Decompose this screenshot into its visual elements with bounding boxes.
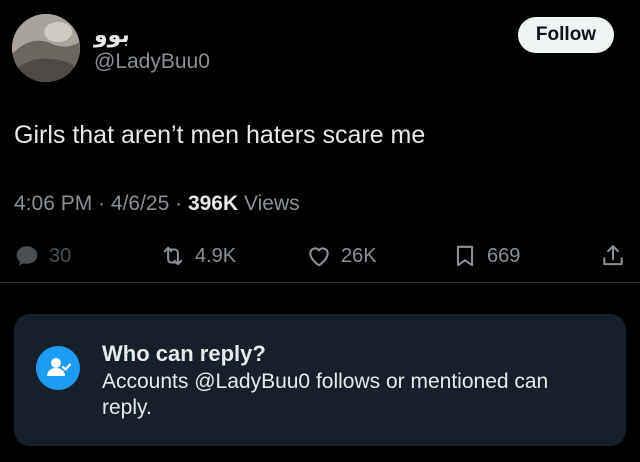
repost-button[interactable]: 4.9K xyxy=(160,236,236,276)
tweet-text: Girls that aren’t men haters scare me xyxy=(14,121,426,149)
views-count: 396K xyxy=(187,192,239,215)
bookmark-count: 669 xyxy=(487,244,521,267)
share-icon xyxy=(603,245,623,266)
tweet-meta: 4:06 PM · 4/6/25 · 396K Views xyxy=(14,192,300,216)
reply-count: 30 xyxy=(49,244,72,267)
like-count: 26K xyxy=(341,244,377,267)
action-bar: 30 4.9K 26K 669 xyxy=(0,236,640,276)
people-icon xyxy=(36,346,80,390)
follow-button[interactable]: Follow xyxy=(518,17,614,53)
author-display-name[interactable]: بوو xyxy=(94,22,130,48)
share-button[interactable] xyxy=(600,236,626,276)
views-label: Views xyxy=(244,192,300,215)
bookmark-icon xyxy=(456,245,474,267)
avatar[interactable] xyxy=(12,14,80,82)
avatar-image xyxy=(12,14,80,82)
heart-icon xyxy=(309,247,329,267)
author-handle[interactable]: @LadyBuu0 xyxy=(94,50,210,74)
divider xyxy=(0,282,640,283)
reply-restriction-description: Accounts @LadyBuu0 follows or mentioned … xyxy=(102,370,549,419)
like-button[interactable]: 26K xyxy=(306,236,377,276)
reply-restriction-card: Who can reply? Accounts @LadyBuu0 follow… xyxy=(14,314,626,446)
meta-separator: · xyxy=(175,192,188,215)
reply-button[interactable]: 30 xyxy=(14,236,71,276)
repost-icon xyxy=(163,246,183,266)
tweet-date[interactable]: 4/6/25 xyxy=(111,192,169,215)
bookmark-button[interactable]: 669 xyxy=(452,236,520,276)
reply-restriction-title: Who can reply? xyxy=(102,341,266,366)
reply-icon xyxy=(16,246,38,266)
repost-count: 4.9K xyxy=(195,244,237,267)
tweet-time[interactable]: 4:06 PM xyxy=(14,192,92,215)
meta-separator: · xyxy=(98,192,111,215)
